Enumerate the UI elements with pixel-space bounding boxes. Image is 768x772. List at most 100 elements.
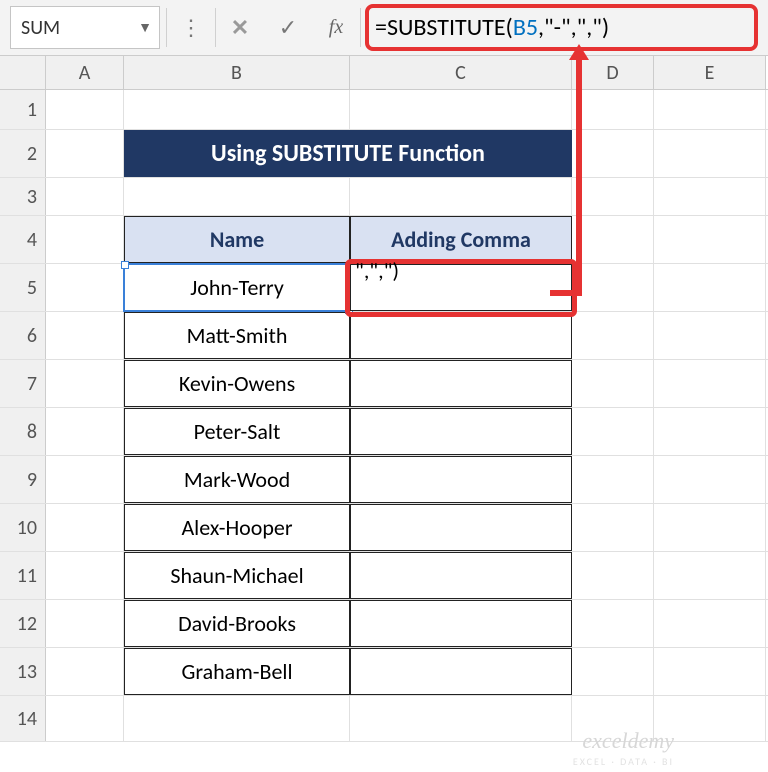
cell-c13[interactable]: [350, 648, 572, 695]
formula-bar: SUM ▼ ⋮ ✕ ✓ fx =SUBSTITUTE(B5,"-",","): [0, 0, 768, 56]
annotation-arrow: [576, 54, 582, 290]
row-header[interactable]: 1: [0, 90, 46, 129]
cell[interactable]: [572, 456, 654, 503]
cell-b9[interactable]: Mark-Wood: [124, 456, 350, 503]
name-box[interactable]: SUM ▼: [10, 6, 160, 49]
cell-c10[interactable]: [350, 504, 572, 551]
cell[interactable]: [572, 408, 654, 455]
cell[interactable]: [572, 90, 654, 129]
cell[interactable]: [46, 408, 124, 455]
cell[interactable]: [572, 178, 654, 215]
cell-b8[interactable]: Peter-Salt: [124, 408, 350, 455]
chevron-down-icon[interactable]: ▼: [131, 19, 159, 36]
cell[interactable]: [654, 130, 766, 177]
cell-b12[interactable]: David-Brooks: [124, 600, 350, 647]
cell[interactable]: [654, 552, 766, 599]
cell[interactable]: [572, 130, 654, 177]
formula-input[interactable]: =SUBSTITUTE(B5,"-",","): [361, 0, 768, 55]
col-header-a[interactable]: A: [46, 56, 124, 89]
cell[interactable]: [654, 360, 766, 407]
cell[interactable]: [46, 216, 124, 263]
row-header[interactable]: 9: [0, 456, 46, 503]
col-header-e[interactable]: E: [654, 56, 766, 89]
cell[interactable]: [572, 504, 654, 551]
cell[interactable]: [46, 360, 124, 407]
row-header[interactable]: 13: [0, 648, 46, 695]
header-name[interactable]: Name: [124, 216, 350, 263]
row-header[interactable]: 12: [0, 600, 46, 647]
cell-c9[interactable]: [350, 456, 572, 503]
cell[interactable]: [572, 216, 654, 263]
cell-b13[interactable]: Graham-Bell: [124, 648, 350, 695]
row-header[interactable]: 3: [0, 178, 46, 215]
cell[interactable]: [654, 312, 766, 359]
cell[interactable]: [654, 408, 766, 455]
cell[interactable]: [46, 648, 124, 695]
cell[interactable]: [572, 360, 654, 407]
grid-row: 9 Mark-Wood: [0, 456, 768, 504]
spreadsheet-grid[interactable]: A B C D E 1 2 Using SUBSTITUTE Function …: [0, 56, 768, 742]
cell[interactable]: [46, 696, 124, 741]
cell[interactable]: [46, 90, 124, 129]
cell[interactable]: [572, 264, 654, 311]
header-adding[interactable]: Adding Comma: [350, 216, 572, 263]
cell[interactable]: [46, 130, 124, 177]
cell[interactable]: [46, 552, 124, 599]
cell-c5[interactable]: ",","): [350, 264, 572, 311]
col-header-c[interactable]: C: [350, 56, 572, 89]
row-header[interactable]: 4: [0, 216, 46, 263]
cell-c8[interactable]: [350, 408, 572, 455]
cell[interactable]: [654, 264, 766, 311]
col-header-b[interactable]: B: [124, 56, 350, 89]
grid-row: 7 Kevin-Owens: [0, 360, 768, 408]
cell[interactable]: [350, 90, 572, 129]
cell[interactable]: [654, 456, 766, 503]
cell[interactable]: [654, 216, 766, 263]
cell[interactable]: [654, 90, 766, 129]
cell[interactable]: [46, 504, 124, 551]
row-header[interactable]: 6: [0, 312, 46, 359]
cell[interactable]: [654, 600, 766, 647]
cell-b5[interactable]: John-Terry: [124, 264, 350, 311]
cell[interactable]: [572, 552, 654, 599]
cell[interactable]: [572, 648, 654, 695]
cancel-icon[interactable]: ✕: [216, 0, 264, 55]
cell-b7[interactable]: Kevin-Owens: [124, 360, 350, 407]
cell[interactable]: [654, 648, 766, 695]
col-header-d[interactable]: D: [572, 56, 654, 89]
cell[interactable]: [46, 178, 124, 215]
cell[interactable]: [46, 600, 124, 647]
cell-b10[interactable]: Alex-Hooper: [124, 504, 350, 551]
cell[interactable]: [654, 178, 766, 215]
row-header[interactable]: 7: [0, 360, 46, 407]
cell[interactable]: [124, 90, 350, 129]
enter-icon[interactable]: ✓: [264, 0, 312, 55]
cell[interactable]: [124, 178, 350, 215]
row-header[interactable]: 11: [0, 552, 46, 599]
row-header[interactable]: 10: [0, 504, 46, 551]
cell[interactable]: [572, 600, 654, 647]
cell[interactable]: [350, 696, 572, 741]
cell[interactable]: [350, 178, 572, 215]
cell[interactable]: [572, 312, 654, 359]
row-header[interactable]: 8: [0, 408, 46, 455]
cell[interactable]: [124, 696, 350, 741]
cell-c6[interactable]: [350, 312, 572, 359]
cell[interactable]: [46, 312, 124, 359]
row-header[interactable]: 5: [0, 264, 46, 311]
annotation-arrow: [550, 290, 582, 296]
title-cell[interactable]: Using SUBSTITUTE Function: [124, 130, 572, 177]
fx-icon[interactable]: fx: [312, 0, 360, 55]
row-header[interactable]: 2: [0, 130, 46, 177]
grid-row: 11 Shaun-Michael: [0, 552, 768, 600]
row-header[interactable]: 14: [0, 696, 46, 741]
cell[interactable]: [654, 504, 766, 551]
cell[interactable]: [46, 264, 124, 311]
cell-c7[interactable]: [350, 360, 572, 407]
select-all-corner[interactable]: [0, 56, 46, 89]
cell-c12[interactable]: [350, 600, 572, 647]
cell-b6[interactable]: Matt-Smith: [124, 312, 350, 359]
cell-b11[interactable]: Shaun-Michael: [124, 552, 350, 599]
cell[interactable]: [46, 456, 124, 503]
cell-c11[interactable]: [350, 552, 572, 599]
